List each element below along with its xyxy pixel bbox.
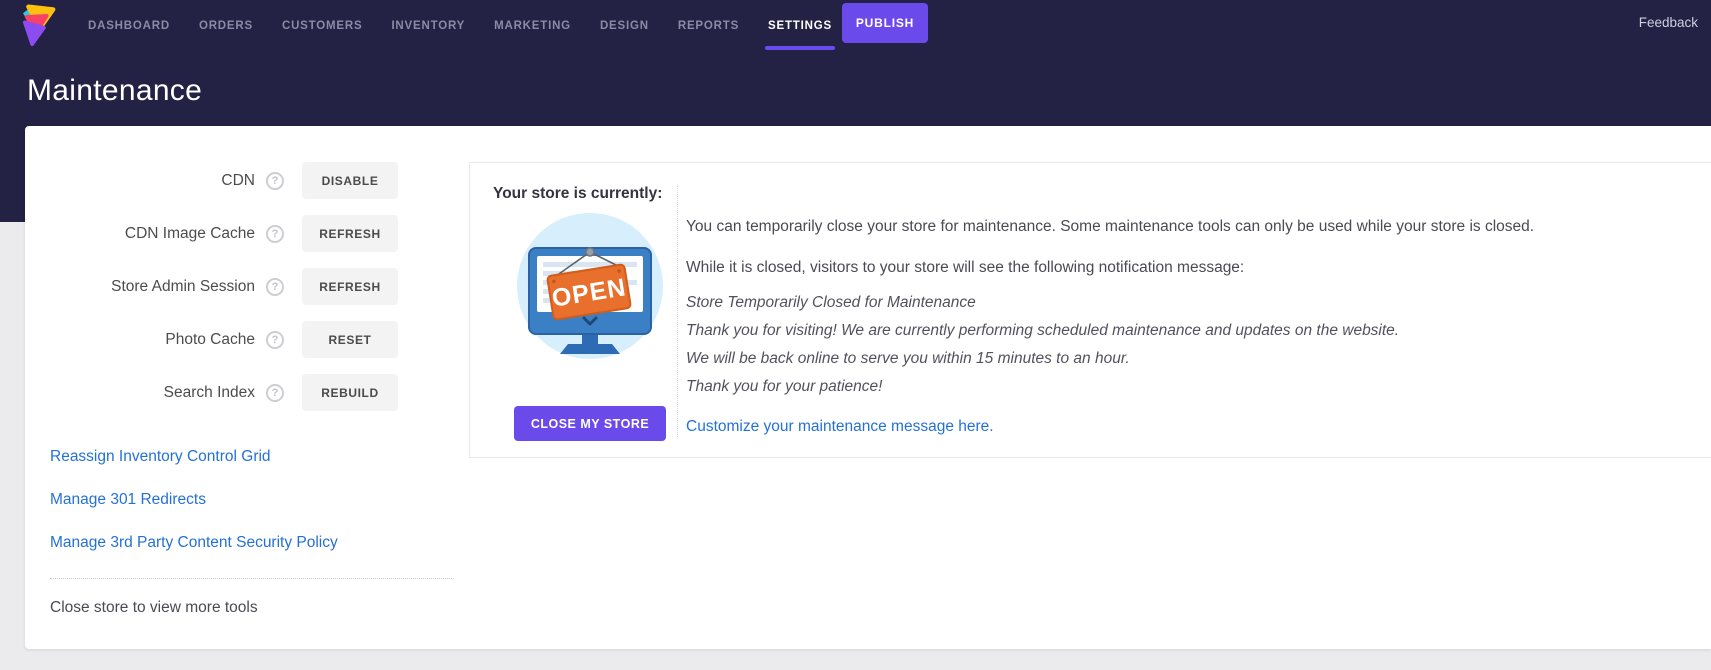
nav-orders[interactable]: ORDERS [199,0,253,52]
photo-cache-reset-button[interactable]: RESET [302,321,398,358]
help-icon[interactable]: ? [266,278,284,296]
tool-row-cdn: CDN ? DISABLE [25,162,398,199]
search-index-rebuild-button[interactable]: REBUILD [302,374,398,411]
top-nav: DASHBOARD ORDERS CUSTOMERS INVENTORY MAR… [88,0,832,52]
content-card: CDN ? DISABLE CDN Image Cache ? REFRESH … [25,126,1711,649]
link-manage-csp[interactable]: Manage 3rd Party Content Security Policy [50,534,338,551]
close-my-store-button[interactable]: CLOSE MY STORE [514,406,666,441]
maintenance-message-line: We will be back online to serve you with… [686,350,1682,367]
maintenance-message-line: Thank you for your patience! [686,378,1682,395]
maintenance-message-line: Store Temporarily Closed for Maintenance [686,294,1682,311]
nav-settings[interactable]: SETTINGS [768,0,832,52]
help-icon[interactable]: ? [266,384,284,402]
maintenance-info-text: You can temporarily close your store for… [686,218,1682,235]
page-title: Maintenance [27,74,202,108]
tool-label: Search Index [164,384,255,402]
tool-row-search-index: Search Index ? REBUILD [25,374,398,411]
divider [677,185,678,437]
nav-inventory[interactable]: INVENTORY [391,0,465,52]
tool-label: Photo Cache [165,331,255,349]
logo-graphic [20,4,57,46]
link-reassign-inventory-control-grid[interactable]: Reassign Inventory Control Grid [50,448,338,465]
feedback-link[interactable]: Feedback [1639,15,1698,30]
nav-design[interactable]: DESIGN [600,0,649,52]
store-open-illustration: OPEN [516,212,664,360]
tool-row-photo-cache: Photo Cache ? RESET [25,321,398,358]
maintenance-message-line: Thank you for visiting! We are currently… [686,322,1682,339]
help-icon[interactable]: ? [266,331,284,349]
close-store-note: Close store to view more tools [50,599,258,616]
customize-message-link[interactable]: Customize your maintenance message here. [686,418,994,436]
store-status-panel: Your store is currently: [469,162,1711,458]
tool-row-store-admin-session: Store Admin Session ? REFRESH [25,268,398,305]
tool-label: Store Admin Session [111,278,255,296]
volusion-logo-icon[interactable] [20,4,57,46]
open-monitor-graphic: OPEN [516,212,664,360]
cdn-disable-button[interactable]: DISABLE [302,162,398,199]
maintenance-tools: CDN ? DISABLE CDN Image Cache ? REFRESH … [25,162,398,427]
closed-notice-text: While it is closed, visitors to your sto… [686,259,1682,276]
store-status-heading: Your store is currently: [493,185,662,203]
tool-links: Reassign Inventory Control Grid Manage 3… [50,448,338,551]
nav-customers[interactable]: CUSTOMERS [282,0,362,52]
sign-pin [586,248,594,256]
tool-label: CDN Image Cache [125,225,255,243]
nav-reports[interactable]: REPORTS [678,0,739,52]
divider [50,578,452,579]
store-admin-session-refresh-button[interactable]: REFRESH [302,268,398,305]
monitor-stand-base [560,344,620,354]
store-status-text: You can temporarily close your store for… [686,218,1682,436]
link-manage-301-redirects[interactable]: Manage 301 Redirects [50,491,338,508]
nav-dashboard[interactable]: DASHBOARD [88,0,170,52]
maintenance-page: DASHBOARD ORDERS CUSTOMERS INVENTORY MAR… [0,0,1711,670]
nav-marketing[interactable]: MARKETING [494,0,571,52]
tool-row-cdn-image-cache: CDN Image Cache ? REFRESH [25,215,398,252]
tool-label: CDN [221,172,255,190]
cdn-image-cache-refresh-button[interactable]: REFRESH [302,215,398,252]
help-icon[interactable]: ? [266,225,284,243]
publish-button[interactable]: PUBLISH [842,3,928,43]
help-icon[interactable]: ? [266,172,284,190]
